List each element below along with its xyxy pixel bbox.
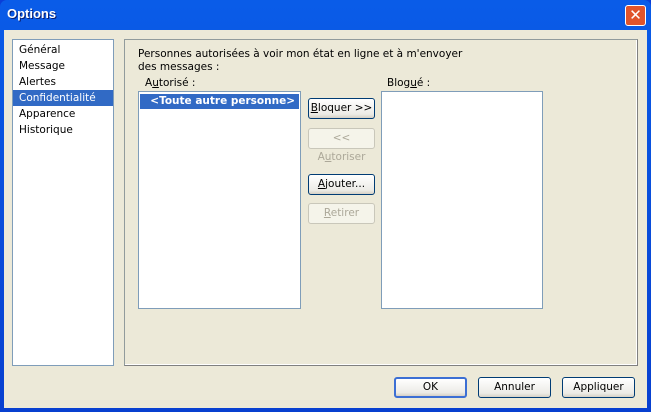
blocked-label: Blogué : bbox=[387, 77, 431, 89]
sidebar-item-general[interactable]: Général bbox=[13, 42, 113, 58]
cancel-button[interactable]: Annuler bbox=[478, 377, 551, 398]
allowed-label: Autorisé : bbox=[145, 77, 196, 89]
add-button[interactable]: Ajouter... bbox=[308, 174, 375, 195]
list-item[interactable]: <Toute autre personne> bbox=[140, 94, 299, 109]
sidebar-item-appearance[interactable]: Apparence bbox=[13, 106, 113, 122]
sidebar-item-alerts[interactable]: Alertes bbox=[13, 74, 113, 90]
ok-button[interactable]: OK bbox=[394, 377, 467, 398]
sidebar-item-message[interactable]: Message bbox=[13, 58, 113, 74]
allowed-list[interactable]: <Toute autre personne> bbox=[138, 91, 301, 309]
privacy-panel: Personnes autorisées à voir mon état en … bbox=[124, 39, 638, 366]
sidebar-item-privacy[interactable]: Confidentialité bbox=[13, 90, 113, 106]
category-list[interactable]: Général Message Alertes Confidentialité … bbox=[12, 39, 114, 366]
window-title: Options bbox=[7, 6, 57, 21]
dialog-body: Général Message Alertes Confidentialité … bbox=[4, 30, 647, 408]
options-dialog: Options ✕ Général Message Alertes Confid… bbox=[0, 0, 651, 412]
blocked-list[interactable] bbox=[381, 91, 543, 309]
privacy-description: Personnes autorisées à voir mon état en … bbox=[138, 48, 463, 73]
close-icon[interactable]: ✕ bbox=[625, 5, 646, 26]
remove-button[interactable]: Retirer bbox=[308, 203, 375, 224]
apply-button[interactable]: Appliquer bbox=[562, 377, 635, 398]
block-button[interactable]: Bloquer >> bbox=[308, 98, 375, 119]
sidebar-item-history[interactable]: Historique bbox=[13, 122, 113, 138]
allow-button[interactable]: << Autoriser bbox=[308, 128, 375, 163]
